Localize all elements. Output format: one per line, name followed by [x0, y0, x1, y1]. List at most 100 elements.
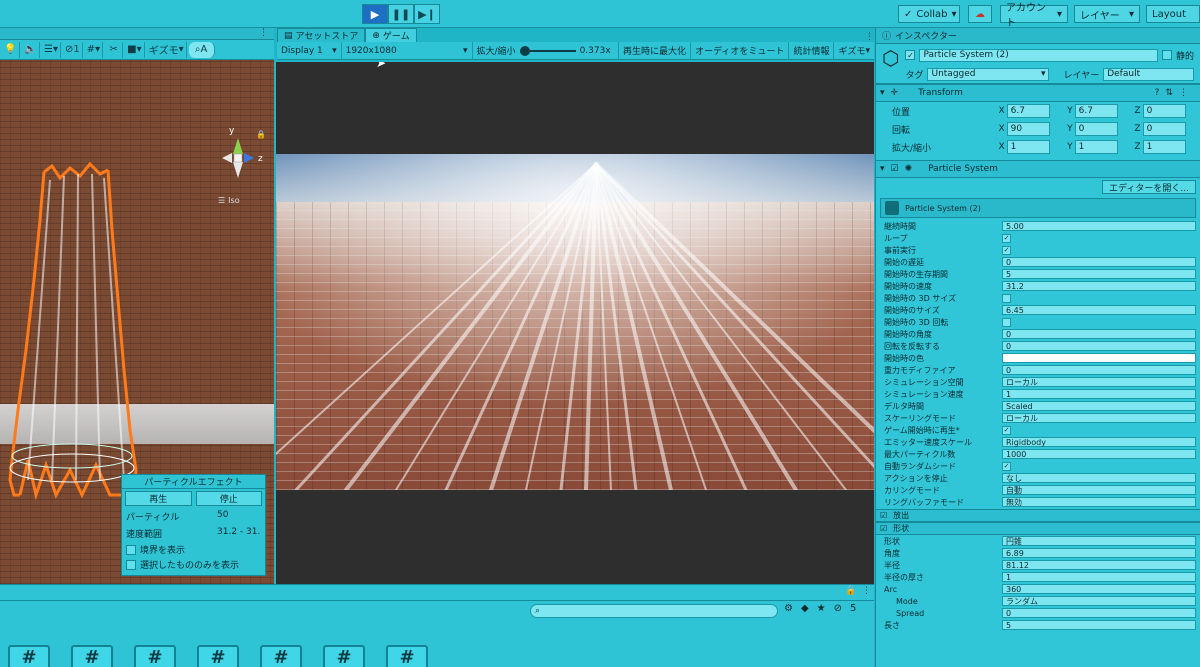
checkbox-checked-icon[interactable]: ☑: [891, 164, 899, 174]
open-editor-button[interactable]: エディターを開く...: [1102, 180, 1196, 194]
property-value-field[interactable]: 0: [1002, 341, 1196, 351]
property-value-field[interactable]: 6.45: [1002, 305, 1196, 315]
scale-slider[interactable]: [519, 45, 576, 56]
property-value-field[interactable]: ローカル: [1002, 413, 1196, 423]
component-menu-icons[interactable]: ?⇅⋮: [1155, 88, 1194, 98]
lighting-toggle[interactable]: 💡: [2, 41, 20, 58]
tools-toggle[interactable]: ✂: [105, 41, 124, 58]
property-value-field[interactable]: 1000: [1002, 449, 1196, 459]
show-bounds-row[interactable]: 境界を表示: [122, 542, 265, 557]
project-search-input[interactable]: ⌕: [530, 604, 778, 618]
property-value-field[interactable]: Scaled: [1002, 401, 1196, 411]
game-view[interactable]: ➤: [276, 62, 874, 584]
property-checkbox[interactable]: [1002, 293, 1011, 303]
scene-view[interactable]: y z 🔒 ☰ Iso パーティクルエフェクト 再生 停止 パーティクル 50 …: [0, 60, 274, 584]
property-checkbox[interactable]: ✓: [1002, 425, 1011, 435]
module-header[interactable]: Particle System (2): [880, 198, 1196, 218]
hidden-objects-toggle[interactable]: ⊘ 1: [63, 41, 83, 58]
position-y-field[interactable]: 6.7: [1074, 104, 1119, 118]
shape-property-value[interactable]: 6.89: [1002, 548, 1196, 558]
shape-property-value[interactable]: 5: [1002, 620, 1196, 630]
particle-play-button[interactable]: 再生: [125, 491, 192, 506]
static-checkbox[interactable]: [1161, 50, 1172, 60]
shape-property-value[interactable]: 0: [1002, 608, 1196, 618]
particle-system-header[interactable]: ▾ ☑ ✺ Particle System: [876, 160, 1200, 178]
property-checkbox[interactable]: ✓: [1002, 461, 1011, 471]
more-icon[interactable]: ⋮: [865, 32, 874, 42]
property-value-field[interactable]: 1: [1002, 389, 1196, 399]
shape-property-value[interactable]: 360: [1002, 584, 1196, 594]
position-z-field[interactable]: 0: [1142, 104, 1186, 118]
property-checkbox[interactable]: ✓: [1002, 245, 1011, 255]
shape-module-header[interactable]: ☑ 形状: [876, 522, 1200, 535]
account-dropdown[interactable]: アカウント ▾: [1000, 3, 1068, 29]
property-value-field[interactable]: なし: [1002, 473, 1196, 483]
property-value-field[interactable]: ローカル: [1002, 377, 1196, 387]
show-selected-row[interactable]: 選択したもののみを表示: [122, 557, 265, 572]
scene-search[interactable]: ⌕ A: [188, 41, 215, 58]
scale-x-field[interactable]: 1: [1006, 140, 1051, 154]
camera-toggle[interactable]: ■▾: [125, 41, 145, 58]
play-button[interactable]: ▶: [362, 4, 388, 24]
layers-dropdown[interactable]: レイヤー ▾: [1074, 5, 1140, 23]
property-checkbox[interactable]: [1002, 317, 1011, 327]
script-asset-tile[interactable]: #: [134, 645, 176, 667]
script-asset-tile[interactable]: #: [386, 645, 428, 667]
filter-by-type-icon[interactable]: ⚙: [784, 603, 793, 614]
active-checkbox[interactable]: ✓: [905, 50, 916, 60]
script-asset-tile[interactable]: #: [8, 645, 50, 667]
property-value-field[interactable]: 0: [1002, 365, 1196, 375]
checkbox-checked-icon[interactable]: ☑: [880, 511, 887, 520]
rotation-z-field[interactable]: 0: [1142, 122, 1186, 136]
projection-toggle[interactable]: ☰ Iso: [218, 196, 240, 205]
display-dropdown[interactable]: Display 1 ▾: [277, 41, 342, 60]
property-color-field[interactable]: [1002, 353, 1196, 363]
property-value-field[interactable]: 5.00: [1002, 221, 1196, 231]
property-value-field[interactable]: 0: [1002, 329, 1196, 339]
cloud-button[interactable]: ☁: [968, 5, 992, 23]
gizmos-dropdown[interactable]: ギズモ ▾: [147, 41, 187, 58]
script-asset-tile[interactable]: #: [71, 645, 113, 667]
shape-property-value[interactable]: ランダム: [1002, 596, 1196, 606]
show-selected-checkbox[interactable]: [126, 559, 136, 570]
grid-toggle[interactable]: #▾: [85, 41, 104, 58]
position-x-field[interactable]: 6.7: [1006, 104, 1051, 118]
maximize-on-play-toggle[interactable]: 再生時に最大化: [619, 41, 692, 60]
tag-icon[interactable]: ◆: [801, 603, 809, 614]
property-value-field[interactable]: 31.2: [1002, 281, 1196, 291]
effects-toggle[interactable]: ☰▾: [42, 41, 61, 58]
property-checkbox[interactable]: ✓: [1002, 233, 1011, 243]
transform-header[interactable]: ▾ ✛ Transform ?⇅⋮: [876, 84, 1200, 102]
tab-game[interactable]: ⊕ ゲーム: [365, 28, 417, 42]
game-gizmos-dropdown[interactable]: ギズモ ▾: [834, 42, 874, 60]
particle-stop-button[interactable]: 停止: [195, 491, 262, 506]
scale-y-field[interactable]: 1: [1074, 140, 1119, 154]
shape-property-value[interactable]: 1: [1002, 572, 1196, 582]
scale-z-field[interactable]: 1: [1142, 140, 1186, 154]
property-value-field[interactable]: Rigidbody: [1002, 437, 1196, 447]
collab-button[interactable]: ✓ Collab ▾: [898, 5, 960, 23]
resolution-dropdown[interactable]: 1920x1080 ▾: [342, 41, 473, 60]
audio-toggle[interactable]: 🔈: [22, 41, 40, 58]
checkbox-checked-icon[interactable]: ☑: [880, 524, 887, 533]
script-asset-tile[interactable]: #: [260, 645, 302, 667]
property-value-field[interactable]: 自動: [1002, 485, 1196, 495]
pause-button[interactable]: ❚❚: [388, 4, 414, 24]
more-icon[interactable]: ⋮: [862, 586, 871, 596]
layout-dropdown[interactable]: Layout: [1146, 5, 1200, 23]
property-value-field[interactable]: 5: [1002, 269, 1196, 279]
particle-cone-selection[interactable]: [0, 160, 160, 520]
mute-audio-toggle[interactable]: オーディオをミュート: [691, 41, 790, 60]
show-bounds-checkbox[interactable]: [126, 544, 136, 555]
stats-toggle[interactable]: 統計情報: [789, 41, 835, 60]
lock-icon[interactable]: 🔒: [256, 130, 266, 139]
tag-dropdown[interactable]: Untagged ▾: [927, 67, 1050, 81]
rotation-x-field[interactable]: 90: [1006, 122, 1051, 136]
property-value-field[interactable]: 無効: [1002, 497, 1196, 507]
shape-property-value[interactable]: 円錐: [1002, 536, 1196, 546]
scale-slider-handle[interactable]: [519, 45, 530, 56]
eye-slash-icon[interactable]: ⊘: [834, 603, 842, 614]
script-asset-tile[interactable]: #: [197, 645, 239, 667]
step-button[interactable]: ▶❙: [414, 4, 440, 24]
object-name-field[interactable]: Particle System (2): [919, 48, 1158, 62]
